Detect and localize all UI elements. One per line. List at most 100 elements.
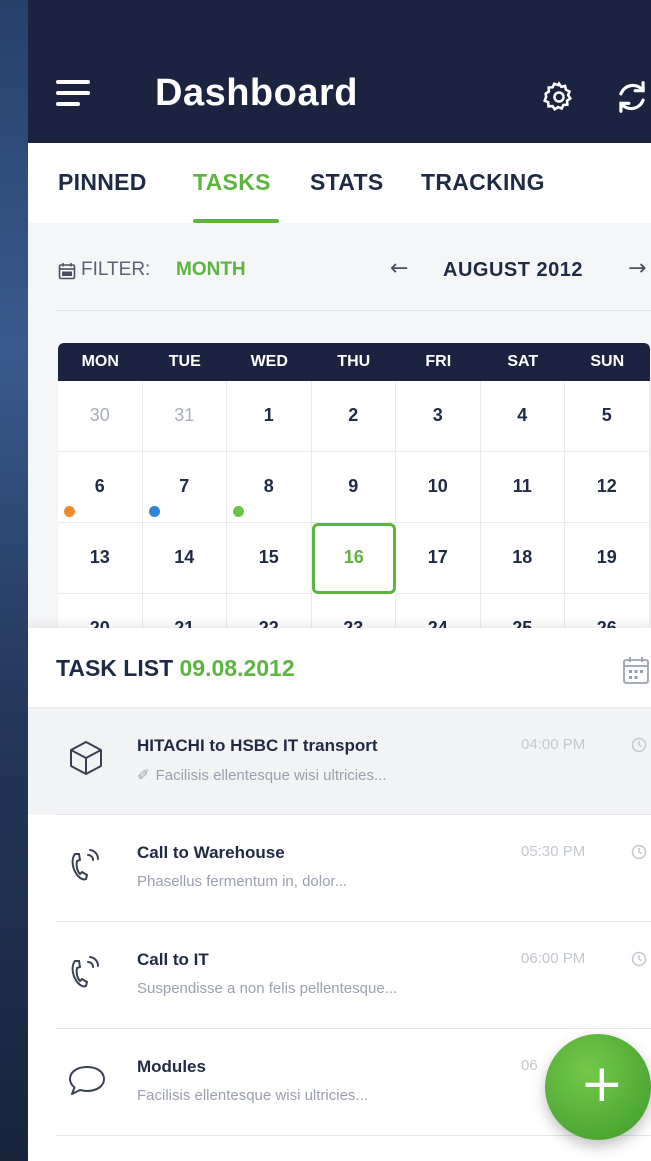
calendar-day-number: 8 — [263, 476, 274, 496]
task-item[interactable]: Call to Warehouse Phasellus fermentum in… — [28, 815, 651, 922]
calendar-day[interactable]: 9 — [311, 452, 396, 523]
calendar-day[interactable]: 10 — [396, 452, 481, 523]
weekday-thu: THU — [337, 353, 371, 370]
event-dot-icon — [64, 506, 75, 517]
calendar-day-number: 2 — [348, 405, 359, 425]
calendar-day-number: 3 — [432, 405, 443, 425]
event-dot-icon — [148, 506, 160, 517]
phone-call-icon — [71, 956, 100, 988]
tab-stats[interactable]: STATS — [310, 169, 383, 196]
current-month-label: AUGUST 2012 — [443, 259, 583, 281]
calendar-day[interactable]: 14 — [142, 523, 227, 594]
calendar-day[interactable]: 2 — [311, 381, 396, 452]
calendar-day-number: 11 — [512, 476, 532, 496]
task-list-title: TASK LIST 09.08.2012 — [56, 655, 295, 682]
calendar-day-number: 18 — [512, 547, 533, 567]
calendar-day[interactable]: 15 — [227, 523, 312, 594]
add-task-button[interactable]: + — [545, 1034, 651, 1140]
task-name: Modules — [137, 1057, 206, 1076]
plus-icon: + — [580, 1054, 624, 1114]
paperclip-icon: ✐ — [137, 767, 150, 784]
calendar-day-number: 12 — [596, 476, 617, 496]
calendar-day[interactable]: 12 — [565, 452, 650, 523]
task-description: Phasellus fermentum in, dolor... — [137, 873, 348, 890]
next-month-arrow-icon[interactable]: → — [628, 256, 646, 281]
calendar-day-number: 13 — [89, 547, 110, 567]
hamburger-menu-icon[interactable] — [56, 80, 92, 110]
calendar-day[interactable]: 5 — [565, 381, 650, 452]
calendar-day[interactable]: 1 — [227, 381, 312, 452]
calendar-day[interactable]: 31 — [142, 381, 227, 452]
calendar-weekday-header: MON TUE WED THU FRI SAT SUN — [58, 343, 650, 381]
task-description: Suspendisse a non felis pellentesque... — [137, 980, 398, 997]
calendar-day-number: 10 — [427, 476, 448, 496]
tab-tracking[interactable]: TRACKING — [421, 169, 545, 196]
task-name: Call to Warehouse — [137, 843, 285, 862]
calendar-day[interactable]: 18 — [480, 523, 565, 594]
task-time: 06:00 PM — [521, 950, 586, 967]
calendar-day[interactable]: 13 — [58, 523, 143, 594]
calendar-day[interactable]: 11 — [480, 452, 565, 523]
task-item[interactable]: Call to IT Suspendisse a non felis pelle… — [28, 922, 651, 1029]
previous-month-arrow-icon[interactable]: ← — [390, 256, 408, 281]
task-item[interactable]: HITACHI to HSBC IT transport ✐ Facilisis … — [28, 708, 651, 815]
task-name: HITACHI to HSBC IT transport — [137, 736, 378, 755]
calendar-day-number: 17 — [427, 547, 448, 567]
clock-icon — [631, 951, 647, 967]
background-left-edge — [0, 0, 28, 1161]
weekday-sun: SUN — [590, 353, 625, 370]
calendar-day[interactable]: 30 — [58, 381, 143, 452]
tab-tasks[interactable]: TASKS — [193, 169, 271, 196]
calendar-day-number: 14 — [174, 547, 195, 567]
filter-dropdown[interactable]: MONTH — [176, 259, 246, 281]
divider — [56, 1135, 651, 1136]
calendar-grid: 3031123456789101112131415161718192021222… — [58, 381, 650, 665]
calendar-day-number: 7 — [179, 476, 190, 496]
tab-bar: PINNED TASKS STATS TRACKING — [28, 143, 651, 224]
weekday-mon: MON — [81, 353, 119, 370]
calendar-day-number: 4 — [517, 405, 528, 425]
calendar-day[interactable]: 17 — [396, 523, 481, 594]
calendar-day-number: 1 — [263, 405, 274, 425]
weekday-sat: SAT — [507, 353, 539, 370]
sync-icon[interactable] — [612, 78, 651, 116]
calendar-day-number: 30 — [89, 405, 110, 425]
calendar-day[interactable]: 7 — [142, 452, 227, 523]
tab-pinned[interactable]: PINNED — [58, 169, 147, 196]
app-window: Dashboard PINNED TASKS STATS TRACKING FI… — [28, 0, 651, 1161]
task-time: 06 — [521, 1057, 538, 1074]
calendar-day-number: 5 — [601, 405, 612, 425]
task-description-text: Facilisis ellentesque wisi ultricies... — [155, 767, 387, 784]
task-name: Call to IT — [137, 950, 209, 969]
page-title: Dashboard — [155, 72, 358, 114]
calendar-day-number: 19 — [596, 547, 617, 567]
task-time: 05:30 PM — [521, 843, 586, 860]
calendar-day[interactable]: 8 — [227, 452, 312, 523]
calendar-day[interactable]: 3 — [396, 381, 481, 452]
gear-icon[interactable] — [542, 80, 576, 114]
calendar-day[interactable]: 6 — [58, 452, 143, 523]
phone-call-icon — [71, 849, 100, 881]
calendar-day-number: 16 — [343, 547, 364, 567]
chat-bubble-icon — [69, 1066, 105, 1095]
calendar-day-number: 6 — [94, 476, 105, 496]
clock-icon — [631, 737, 647, 753]
task-time: 04:00 PM — [521, 736, 586, 753]
calendar-day[interactable]: 4 — [480, 381, 565, 452]
calendar-day-number: 31 — [174, 405, 195, 425]
weekday-wed: WED — [250, 353, 288, 370]
calendar-day-today[interactable]: 16 — [311, 523, 396, 594]
event-dot-icon — [233, 506, 244, 517]
calendar-day-number: 9 — [348, 476, 359, 496]
calendar-day[interactable]: 19 — [565, 523, 650, 594]
task-list-date: 09.08.2012 — [179, 655, 295, 681]
calendar-icon — [58, 263, 76, 280]
filter-label: FILTER: — [81, 259, 151, 280]
task-description: ✐ Facilisis ellentesque wisi ultricies... — [137, 766, 387, 784]
weekday-fri: FRI — [425, 353, 452, 370]
top-app-bar: Dashboard — [28, 0, 651, 143]
task-list-heading: TASK LIST — [56, 655, 174, 681]
weekday-tue: TUE — [168, 353, 201, 370]
calendar-day-number: 15 — [258, 547, 279, 567]
calendar-icon[interactable] — [622, 655, 650, 685]
